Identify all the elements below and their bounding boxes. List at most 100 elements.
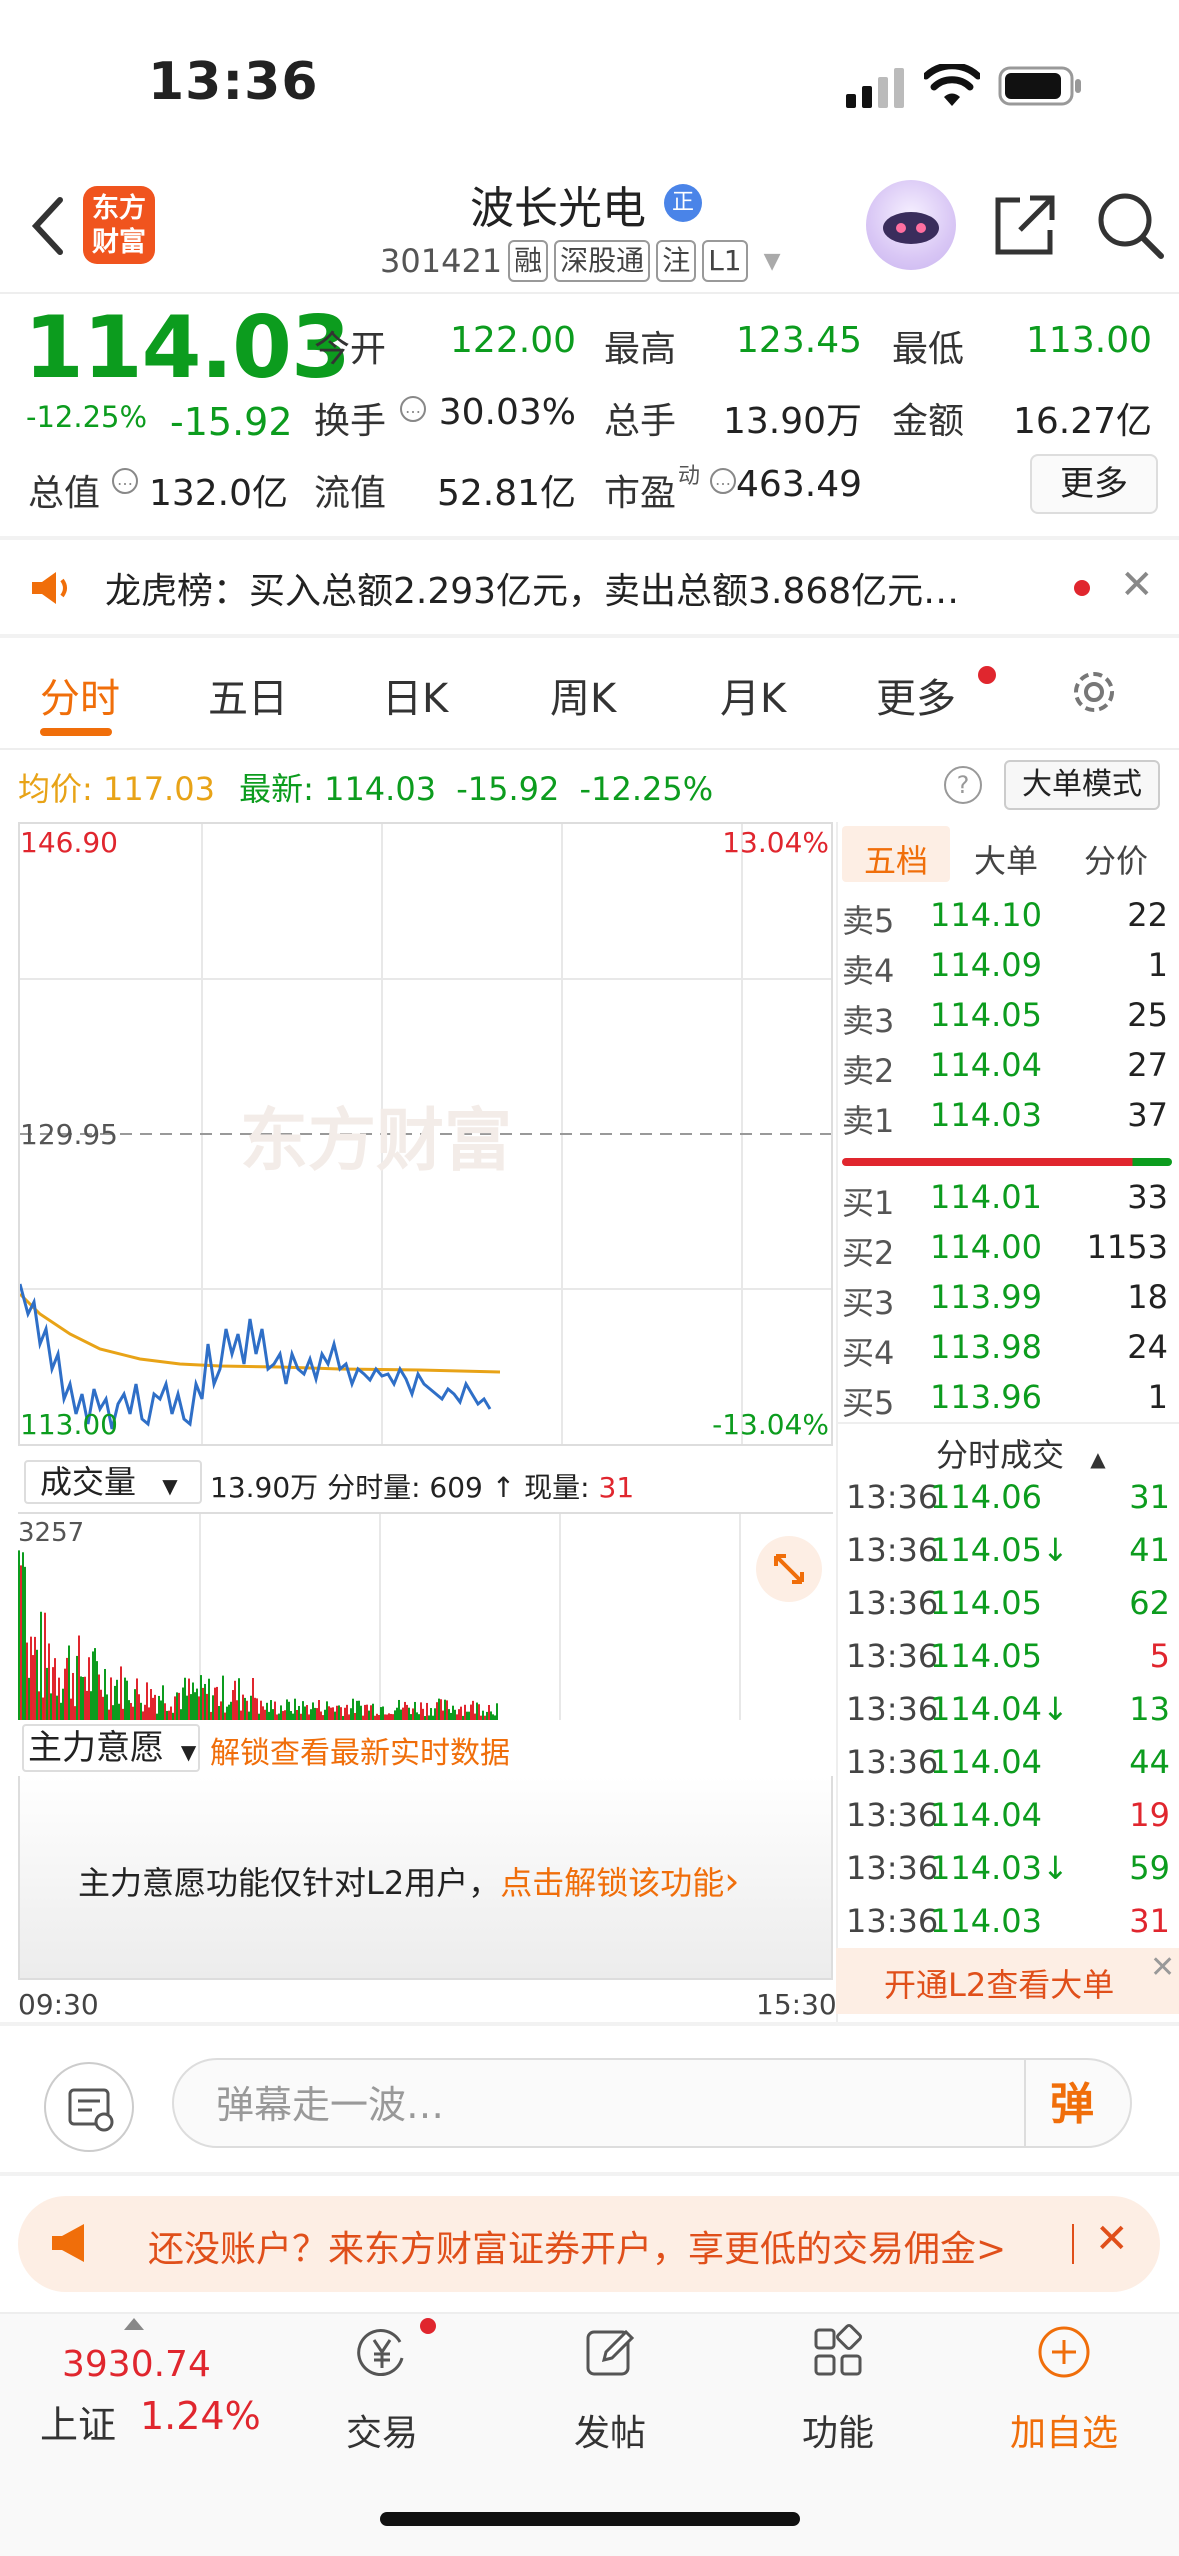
stock-code-row[interactable]: 301421 融 深股通 注 L1 ▼	[380, 240, 781, 282]
bid-price: 113.99	[930, 1278, 1042, 1316]
volume-bar	[136, 1678, 138, 1720]
l2-only-message: 主力意愿功能仅针对L2用户，点击解锁该功能›	[78, 1858, 739, 1904]
volume-bar	[402, 1707, 404, 1720]
danmu-placeholder: 弹幕走一波…	[216, 2083, 445, 2127]
volume-bar	[272, 1709, 274, 1720]
close-icon[interactable]: ✕	[1120, 562, 1154, 608]
tick-price: 114.05	[930, 1637, 1042, 1675]
index-name[interactable]: 上证	[40, 2394, 116, 2449]
share-icon[interactable]	[990, 190, 1060, 260]
index-value[interactable]: 3930.74	[62, 2344, 211, 2385]
volume-bar	[122, 1708, 124, 1720]
l2-upsell-text[interactable]: 开通L2查看大单	[884, 1960, 1114, 2006]
unread-dot	[1074, 580, 1090, 596]
volume-bar	[324, 1709, 326, 1720]
volume-bar	[438, 1698, 440, 1720]
expand-icon[interactable]	[756, 1536, 822, 1602]
ask-price: 114.03	[930, 1096, 1042, 1134]
intraday-chart-svg: 东方财富	[20, 824, 831, 1444]
volume-bar	[254, 1697, 256, 1720]
main-force-select[interactable]: 主力意愿 ▼	[22, 1724, 200, 1772]
tag-level: L1	[702, 240, 748, 282]
ask-vol: 22	[1127, 896, 1168, 934]
ask-price: 114.09	[930, 946, 1042, 984]
unlock-realtime-link[interactable]: 解锁查看最新实时数据	[210, 1728, 510, 1772]
info-icon[interactable]: …	[112, 468, 138, 494]
volume-bar	[120, 1666, 122, 1720]
latest-value: 114.03	[324, 770, 437, 808]
tab-more[interactable]: 更多	[876, 666, 956, 724]
bid-vol: 24	[1127, 1328, 1168, 1366]
float-label: 流值	[314, 473, 387, 514]
index-percent[interactable]: 1.24%	[140, 2394, 261, 2438]
intraday-chart[interactable]: 东方财富 146.90 129.95 113.00 13.04% -13.04%	[18, 822, 833, 1446]
close-icon[interactable]: ✕	[1095, 2216, 1129, 2262]
nav-add-watchlist-label: 加自选	[1009, 2413, 1118, 2454]
volume-bar	[22, 1552, 24, 1720]
unlock-feature-link[interactable]: 点击解锁该功能	[500, 1864, 724, 1902]
tick-vol: 5	[1149, 1637, 1170, 1675]
nav-functions[interactable]: 功能	[778, 2324, 898, 2456]
promo-text[interactable]: 还没账户？来东方财富证券开户，享更低的交易佣金>	[148, 2220, 1006, 2272]
more-button[interactable]: 更多	[1030, 454, 1158, 514]
tab-five-day[interactable]: 五日	[208, 666, 288, 724]
volume-bar	[34, 1636, 36, 1720]
volume-bar	[330, 1707, 332, 1720]
indicator-select[interactable]: 成交量 ▼	[24, 1460, 202, 1504]
robot-assistant-avatar[interactable]	[866, 180, 956, 270]
tick-time: 13:36	[846, 1902, 939, 1940]
volume-bar	[18, 1550, 20, 1720]
volume-bar	[404, 1701, 406, 1720]
pe-value: 463.49	[736, 464, 862, 505]
tab-price-dist[interactable]: 分价	[1084, 836, 1148, 882]
volume-bar	[224, 1712, 226, 1720]
volume-bar	[362, 1715, 364, 1720]
volume-bar	[334, 1711, 336, 1720]
nav-trade[interactable]: 交易	[322, 2324, 442, 2456]
volume-bar	[474, 1713, 476, 1720]
danmu-settings-button[interactable]	[44, 2062, 134, 2152]
volume-bar	[228, 1704, 230, 1720]
tab-monthly-k[interactable]: 月K	[720, 666, 786, 724]
tab-five-levels[interactable]: 五档	[864, 836, 928, 882]
big-order-mode-button[interactable]: 大单模式	[1004, 760, 1160, 810]
volume-bar	[290, 1711, 292, 1720]
pe-label: 市盈	[604, 473, 677, 514]
danmu-toggle-button[interactable]: 弹	[1050, 2068, 1094, 2132]
volume-bar	[322, 1715, 324, 1720]
stock-name: 波长光电	[470, 183, 646, 234]
help-icon[interactable]: ?	[944, 766, 982, 804]
volume-bar	[302, 1701, 304, 1720]
ask-vol: 37	[1127, 1096, 1168, 1134]
dragon-tiger-notice[interactable]: 龙虎榜：买入总额2.293亿元，卖出总额3.868亿元…	[105, 562, 1035, 614]
tab-daily-k[interactable]: 日K	[382, 666, 448, 724]
volume-chart[interactable]	[18, 1512, 833, 1720]
search-icon[interactable]	[1095, 190, 1165, 260]
buy-sell-ratio-bar	[842, 1158, 1172, 1166]
volume-bar	[304, 1706, 306, 1720]
nav-post[interactable]: 发帖	[550, 2324, 670, 2456]
volume-bar	[222, 1675, 224, 1720]
tick-vol: 41	[1129, 1531, 1170, 1569]
back-icon[interactable]	[28, 196, 68, 256]
volume-bar	[248, 1711, 250, 1720]
chevron-right-icon: ›	[724, 1859, 740, 1903]
nav-add-watchlist[interactable]: 加自选	[1004, 2324, 1124, 2456]
volume-bar	[80, 1676, 82, 1720]
volume-bar	[490, 1711, 492, 1720]
volume-bar	[72, 1672, 74, 1720]
ticks-title[interactable]: 分时成交 ▲	[936, 1430, 1106, 1476]
latest-pct: -12.25%	[579, 770, 714, 808]
volume-bar	[116, 1679, 118, 1720]
close-icon[interactable]: ✕	[1150, 1950, 1175, 1985]
tab-big-orders[interactable]: 大单	[974, 836, 1038, 882]
ask-label: 卖5	[842, 902, 895, 940]
volume-bar	[484, 1715, 486, 1720]
volume-bar	[164, 1703, 166, 1720]
gear-icon[interactable]	[1068, 666, 1120, 718]
status-time: 13:36	[148, 52, 319, 112]
tab-intraday[interactable]: 分时	[40, 666, 120, 724]
volume-bar	[436, 1702, 438, 1720]
volume-bar	[146, 1682, 148, 1720]
tab-weekly-k[interactable]: 周K	[550, 666, 616, 724]
